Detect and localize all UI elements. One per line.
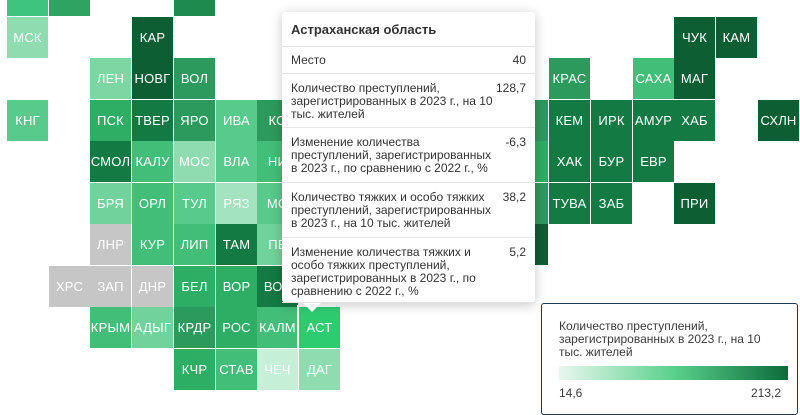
region-tile[interactable]: ЗАБ [591,183,632,224]
tooltip-row-label: Количество тяжких и особо тяжких преступ… [291,190,491,230]
region-tile[interactable]: АСТ [297,305,342,350]
region-tile[interactable]: МАГ [674,58,715,99]
region-tile[interactable]: БРЯ [90,183,131,224]
legend-title: Количество преступлений, зарегистрирован… [559,319,761,359]
region-tile-partial[interactable] [174,0,215,16]
tooltip-row-value: 38,2 [502,190,526,204]
region-tile[interactable]: АДЫГ [132,307,173,348]
region-tile[interactable]: ТАМ [216,224,257,265]
region-tile[interactable]: ЧЕЧ [257,349,298,390]
region-tile[interactable]: ХАК [549,141,590,182]
region-tile[interactable]: ВОР [216,266,257,307]
tooltip-row-label: Количество преступлений, зарегистрирован… [291,81,493,121]
legend-min-label: 14,6 [559,386,583,400]
region-tooltip: Астраханская область Место 40 Количество… [282,12,535,312]
region-tile[interactable]: РЯЗ [216,183,257,224]
tooltip-row-crimes-change: Изменение количества преступлений, зарег… [282,128,535,183]
region-tile[interactable]: ПСК [90,100,131,141]
tooltip-row-grave-crimes-change: Изменение количества тяжких и особо тяжк… [282,238,535,303]
region-tile[interactable]: КРЫМ [90,307,131,348]
region-tile[interactable]: ЯРО [174,100,215,141]
region-tile[interactable]: КЧР [174,349,215,390]
region-tile[interactable]: ХАБ [674,100,715,141]
region-tile[interactable]: КАР [132,17,173,58]
tooltip-title: Астраханская область [282,12,535,47]
region-tile[interactable]: САХА [633,58,674,99]
region-tile[interactable]: ТУВА [549,183,590,224]
region-tile[interactable]: ВОЛ [174,58,215,99]
region-tile[interactable]: МОС [174,141,215,182]
region-tile-partial[interactable] [49,0,90,16]
region-tile[interactable]: МСК [7,17,48,58]
tooltip-row-grave-crimes: Количество тяжких и особо тяжких преступ… [282,183,535,238]
region-tile[interactable]: СТАВ [216,349,257,390]
region-tile[interactable]: КРАС [549,58,590,99]
tooltip-row-crimes: Количество преступлений, зарегистрирован… [282,74,535,128]
tooltip-row-label: Изменение количества тяжких и особо тяжк… [291,245,476,298]
legend-gradient-bar [559,366,788,380]
region-tile[interactable]: КРДР [174,307,215,348]
region-tile[interactable]: СМОЛ [90,141,131,182]
region-tile[interactable]: ЗАП [90,266,131,307]
region-tile[interactable]: КЕМ [549,100,590,141]
region-tile[interactable]: ИВА [216,100,257,141]
region-tile[interactable]: ЕВР [633,141,674,182]
region-tile[interactable]: ДНР [132,266,173,307]
legend-max-label: 213,2 [750,386,781,400]
region-tile[interactable]: ЛИП [174,224,215,265]
region-tile[interactable]: РОС [216,307,257,348]
region-tile[interactable]: АМУР [633,100,674,141]
region-tile[interactable]: КАЛМ [257,307,298,348]
tooltip-row-value: 40 [512,53,526,67]
region-tile[interactable]: ИРК [591,100,632,141]
region-tile[interactable]: ЛЕН [90,58,131,99]
region-tile[interactable]: ТУЛ [174,183,215,224]
region-tile[interactable]: ПРИ [674,183,715,224]
tooltip-row-value: 5,2 [509,245,526,259]
color-legend: Количество преступлений, зарегистрирован… [541,303,798,415]
region-tile[interactable]: ДАГ [299,349,340,390]
tooltip-row-label: Место [291,53,326,67]
region-tile[interactable]: ТВЕР [132,100,173,141]
region-tile[interactable]: ОРЛ [132,183,173,224]
region-tile[interactable]: ХРС [49,266,90,307]
region-tile[interactable]: БУР [591,141,632,182]
tooltip-row-rank: Место 40 [282,46,535,74]
region-tile[interactable]: КУР [132,224,173,265]
region-tile[interactable]: ЛНР [90,224,131,265]
region-tile[interactable]: НОВГ [132,58,173,99]
tooltip-row-label: Изменение количества преступлений, зарег… [291,135,491,175]
region-tile[interactable]: БЕЛ [174,266,215,307]
tooltip-row-value: 128,7 [495,81,526,95]
region-tile[interactable]: СХЛН [758,100,799,141]
tooltip-row-value: -6,3 [505,135,526,149]
region-tile[interactable]: КНГ [7,100,48,141]
tooltip-pointer [303,303,321,312]
region-tile[interactable]: КАМ [716,17,757,58]
region-tile[interactable]: КАЛУ [132,141,173,182]
region-tile[interactable]: ЧУК [674,17,715,58]
region-tile-partial[interactable] [7,0,48,16]
region-tile[interactable]: ВЛА [216,141,257,182]
